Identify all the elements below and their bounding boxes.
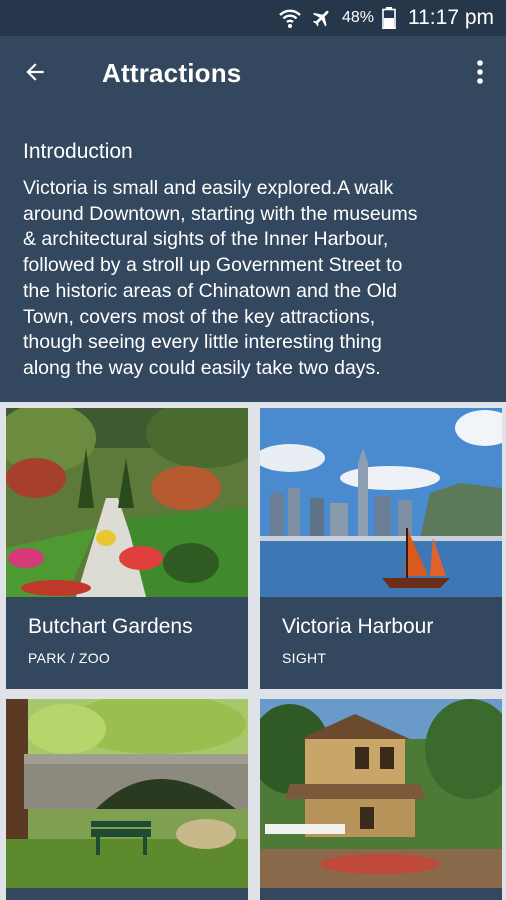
more-options-button[interactable] [470, 58, 490, 90]
introduction-heading: Introduction [23, 140, 133, 163]
attraction-category: SIGHT [282, 650, 327, 666]
attraction-category: PARK / ZOO [28, 650, 111, 666]
page-title: Attractions [102, 58, 242, 88]
attraction-card-victoria-harbour[interactable]: Victoria Harbour SIGHT [260, 408, 502, 689]
introduction-text: Victoria is small and easily explored.A … [23, 176, 484, 382]
battery-icon [382, 7, 396, 29]
more-vert-icon [476, 59, 484, 90]
intro-line: & architectural sights of the Inner Harb… [23, 228, 389, 251]
attraction-title: Butchart Gardens [28, 615, 193, 638]
intro-line: though seeing every little interesting t… [23, 331, 382, 354]
battery-percent: 48% [341, 9, 374, 26]
introduction-section: Introduction Victoria is small and easil… [0, 112, 506, 402]
arrow-back-icon [22, 59, 48, 90]
intro-line: Victoria is small and easily explored.A … [23, 177, 394, 199]
airplane-icon [310, 7, 334, 29]
attraction-card-park-bridge[interactable] [6, 699, 248, 900]
status-bar: 48% 11:17 pm [0, 0, 506, 36]
wifi-icon [278, 7, 302, 29]
intro-line: the historic areas of Chinatown and the … [23, 279, 397, 302]
intro-line: along the way could easily take two days… [23, 356, 381, 379]
attraction-card-historic-house[interactable] [260, 699, 502, 900]
intro-line: around Downtown, starting with the museu… [23, 202, 418, 225]
app-bar: Attractions [0, 36, 506, 112]
intro-line: Town, covers most of the key attractions… [23, 305, 376, 328]
attraction-photo [260, 699, 502, 888]
attraction-photo [260, 408, 502, 597]
intro-line: followed by a stroll up Government Stree… [23, 254, 403, 277]
back-button[interactable] [0, 36, 70, 112]
attraction-title: Victoria Harbour [282, 615, 434, 638]
attraction-photo [6, 408, 248, 597]
attraction-photo [6, 699, 248, 888]
clock: 11:17 pm [408, 6, 494, 29]
attraction-card-butchart-gardens[interactable]: Butchart Gardens PARK / ZOO [6, 408, 248, 689]
